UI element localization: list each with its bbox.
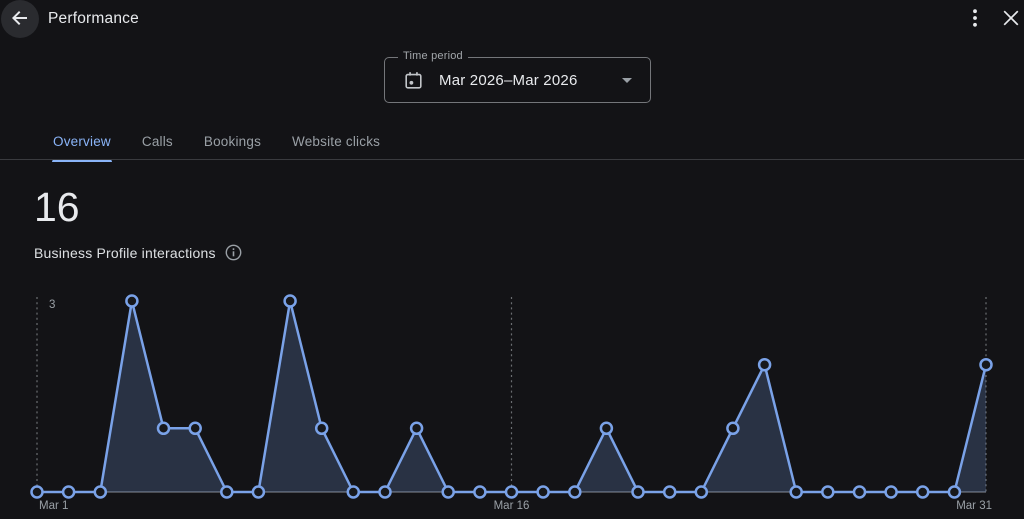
data-point xyxy=(32,487,43,498)
tab-label: Website clicks xyxy=(292,134,380,149)
x-tick-label: Mar 1 xyxy=(39,500,68,512)
data-point xyxy=(854,487,865,498)
back-button[interactable] xyxy=(1,0,39,38)
data-point xyxy=(253,487,264,498)
more-options-button[interactable] xyxy=(961,5,989,33)
tab-bookings[interactable]: Bookings xyxy=(203,126,262,162)
data-point xyxy=(411,423,422,434)
data-point xyxy=(601,423,612,434)
tab-bar: Overview Calls Bookings Website clicks xyxy=(52,126,381,162)
data-point xyxy=(95,487,106,498)
data-point xyxy=(696,487,707,498)
metric-value: 16 xyxy=(34,184,80,231)
data-point xyxy=(886,487,897,498)
data-point xyxy=(791,487,802,498)
data-point xyxy=(221,487,232,498)
x-tick-label: Mar 16 xyxy=(494,500,530,512)
time-period-select[interactable]: Time period Mar 2026–Mar 2026 xyxy=(384,57,651,103)
back-arrow-icon xyxy=(11,9,29,30)
data-point xyxy=(727,423,738,434)
data-point xyxy=(158,423,169,434)
tab-overview[interactable]: Overview xyxy=(52,126,112,162)
metric-label: Business Profile interactions xyxy=(34,245,216,261)
data-point xyxy=(316,423,327,434)
data-point xyxy=(538,487,549,498)
data-point xyxy=(63,487,74,498)
info-icon[interactable] xyxy=(225,244,242,261)
tab-website-clicks[interactable]: Website clicks xyxy=(291,126,381,162)
tab-label: Overview xyxy=(53,134,111,149)
close-icon xyxy=(1003,10,1019,29)
data-point xyxy=(506,487,517,498)
data-point xyxy=(285,296,296,307)
data-point xyxy=(348,487,359,498)
data-point xyxy=(569,487,580,498)
time-period-value: Mar 2026–Mar 2026 xyxy=(439,72,577,89)
kebab-menu-icon xyxy=(973,9,977,30)
data-point xyxy=(126,296,137,307)
data-point xyxy=(822,487,833,498)
data-point xyxy=(664,487,675,498)
page-title: Performance xyxy=(48,10,139,28)
tab-calls[interactable]: Calls xyxy=(141,126,174,162)
data-point xyxy=(380,487,391,498)
data-point xyxy=(633,487,644,498)
data-point xyxy=(759,359,770,370)
data-point xyxy=(190,423,201,434)
time-period-label: Time period xyxy=(398,50,468,62)
calendar-icon xyxy=(404,71,423,90)
dropdown-arrow-icon xyxy=(622,78,632,83)
tab-bar-divider xyxy=(0,159,1024,160)
tab-label: Bookings xyxy=(204,134,261,149)
data-point xyxy=(949,487,960,498)
data-point xyxy=(917,487,928,498)
interactions-chart[interactable]: 3 Mar 1 Mar 16 Mar 31 xyxy=(0,280,1024,519)
metric-label-row: Business Profile interactions xyxy=(34,244,242,261)
data-point xyxy=(443,487,454,498)
close-button[interactable] xyxy=(997,5,1024,33)
tab-label: Calls xyxy=(142,134,173,149)
y-axis-label: 3 xyxy=(49,299,55,311)
data-point xyxy=(981,359,992,370)
data-point xyxy=(474,487,485,498)
x-tick-label: Mar 31 xyxy=(956,500,992,512)
